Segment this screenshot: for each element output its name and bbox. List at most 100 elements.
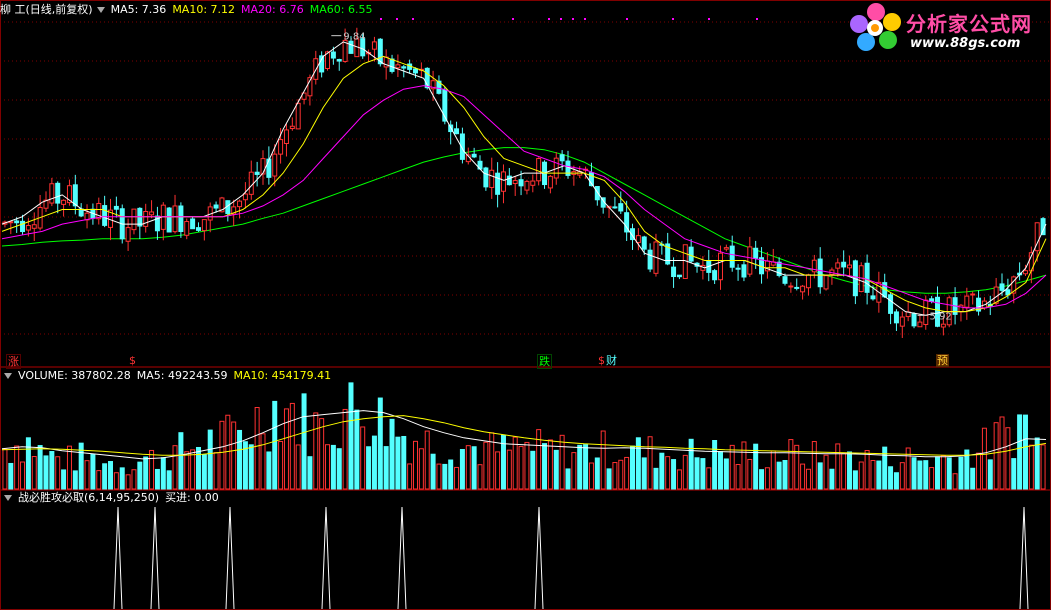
- candle-body: [958, 304, 964, 313]
- candle-body: [970, 293, 976, 296]
- volume-bar: [66, 445, 72, 490]
- volume-bar: [940, 455, 946, 490]
- volume-bar: [412, 440, 418, 490]
- candle-body: [835, 262, 841, 269]
- volume-ma-lines: [1, 410, 1047, 460]
- candle-body: [729, 245, 735, 268]
- volume-bar: [31, 456, 37, 490]
- candle-body: [671, 266, 677, 278]
- volume-bar: [547, 439, 553, 490]
- candle-body: [782, 276, 788, 284]
- volume-bar: [108, 461, 114, 490]
- candle-body: [893, 311, 899, 324]
- candle-body: [817, 258, 823, 288]
- volume-bar: [876, 460, 882, 490]
- volume-bar: [676, 469, 682, 490]
- signal-dot: [708, 18, 710, 20]
- volume-bar: [477, 464, 483, 490]
- candle-body: [131, 208, 137, 231]
- candle-body: [717, 252, 723, 281]
- candle-body: [794, 286, 800, 289]
- candle-body: [20, 220, 26, 233]
- candle-body: [911, 313, 917, 327]
- volume-bar: [371, 435, 377, 490]
- volume-bar: [811, 441, 817, 490]
- candle-body: [371, 41, 377, 50]
- volume-bar: [237, 429, 243, 490]
- candle-body: [805, 274, 811, 289]
- volume-bar: [43, 455, 49, 490]
- price-ma20-line: [1, 85, 1047, 309]
- volume-bar: [536, 429, 542, 490]
- volume-bar: [929, 467, 935, 490]
- volume-bar: [272, 400, 278, 490]
- volume-bar: [149, 449, 155, 490]
- volume-bar: [647, 436, 653, 490]
- price-ma5-line: [1, 41, 1047, 316]
- volume-bar: [946, 457, 952, 490]
- volume-bar: [712, 440, 718, 490]
- volume-bar: [20, 461, 26, 490]
- event-mark-finance[interactable]: 财: [605, 354, 618, 367]
- volume-bar: [530, 450, 536, 490]
- volume-bar: [37, 445, 43, 490]
- ma10-value: MA10: 7.12: [172, 3, 236, 16]
- candle-body: [870, 295, 876, 300]
- volume-bar: [706, 467, 712, 490]
- chart-canvas: 9.84 5.92: [0, 0, 1051, 610]
- volume-bar: [858, 461, 864, 490]
- volume-bar: [665, 456, 671, 490]
- event-mark-forecast[interactable]: 预: [936, 354, 949, 367]
- triangle-down-icon[interactable]: [4, 372, 12, 379]
- volume-bar: [489, 432, 495, 490]
- candle-body: [940, 323, 946, 328]
- volume-bar: [278, 440, 284, 490]
- triangle-down-icon[interactable]: [96, 6, 105, 13]
- volume-bar: [401, 435, 407, 490]
- volume-bar: [307, 456, 313, 490]
- candle-body: [248, 171, 254, 195]
- candle-body: [283, 129, 289, 144]
- volume-bar: [231, 421, 237, 490]
- volume-bar: [981, 427, 987, 490]
- volume-bar: [829, 468, 835, 490]
- volume-bar: [524, 441, 530, 490]
- volume-bar: [1034, 437, 1040, 490]
- volume-bar: [366, 446, 372, 490]
- volume-bar: [295, 444, 301, 490]
- volume-bar: [465, 445, 471, 490]
- volume-bar: [483, 441, 489, 490]
- volume-bar: [553, 449, 559, 490]
- event-mark-rise[interactable]: 涨: [6, 354, 21, 369]
- signal-dot: [412, 18, 414, 20]
- volume-bar: [471, 446, 477, 490]
- volume-bar: [847, 451, 853, 490]
- signal-dot: [380, 18, 382, 20]
- volume-bar: [682, 454, 688, 490]
- candle-body: [201, 219, 207, 232]
- event-mark-dollar-1[interactable]: $: [128, 354, 137, 367]
- volume-bar: [917, 460, 923, 490]
- event-mark-fall[interactable]: 跌: [537, 354, 552, 369]
- candle-body: [471, 153, 477, 158]
- volume-bar: [934, 456, 940, 490]
- volume-bar: [143, 456, 149, 490]
- candle-body: [864, 262, 870, 293]
- volume-bar: [559, 434, 565, 490]
- volume-bar: [254, 407, 260, 490]
- volume-bar: [207, 429, 213, 490]
- price-panel-header: 柳 工(日线,前复权) MA5: 7.36 MA10: 7.12 MA20: 6.76…: [0, 3, 378, 17]
- triangle-down-icon[interactable]: [4, 494, 12, 501]
- volume-bar: [723, 458, 729, 490]
- volume-bar: [395, 436, 401, 490]
- candle-body: [524, 180, 530, 191]
- candle-body: [272, 153, 278, 177]
- volume-bar: [418, 448, 424, 490]
- signal-dot: [572, 18, 574, 20]
- volume-bar: [178, 432, 184, 490]
- candle-body: [213, 204, 219, 209]
- volume-bar: [319, 418, 325, 490]
- volume-bar: [653, 467, 659, 490]
- volume-bar: [594, 457, 600, 490]
- volume-bar: [436, 463, 442, 490]
